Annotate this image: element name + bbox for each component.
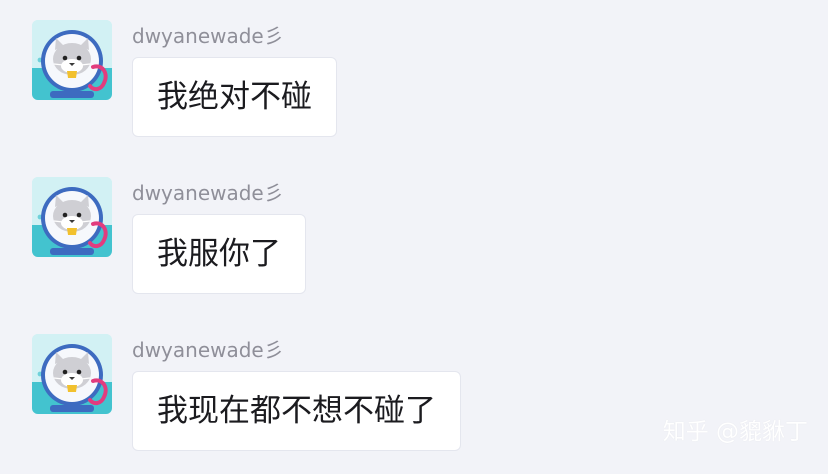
sender-name: dwyanewade彡 [132, 181, 284, 205]
message-bubble: 我服你了 [132, 214, 306, 294]
otter-avatar-icon [32, 177, 112, 257]
avatar[interactable] [32, 334, 112, 414]
chat-message: dwyanewade彡 我绝对不碰 [0, 20, 828, 160]
avatar[interactable] [32, 177, 112, 257]
message-bubble: 我绝对不碰 [132, 57, 337, 137]
otter-avatar-icon [32, 334, 112, 414]
sender-name: dwyanewade彡 [132, 338, 284, 362]
avatar[interactable] [32, 20, 112, 100]
message-bubble: 我现在都不想不碰了 [132, 371, 461, 451]
otter-avatar-icon [32, 20, 112, 100]
chat-message: dwyanewade彡 我服你了 [0, 177, 828, 317]
watermark: 知乎 @貔貅丁 [662, 419, 808, 445]
sender-name: dwyanewade彡 [132, 24, 284, 48]
chat-message: dwyanewade彡 我现在都不想不碰了 [0, 334, 828, 474]
